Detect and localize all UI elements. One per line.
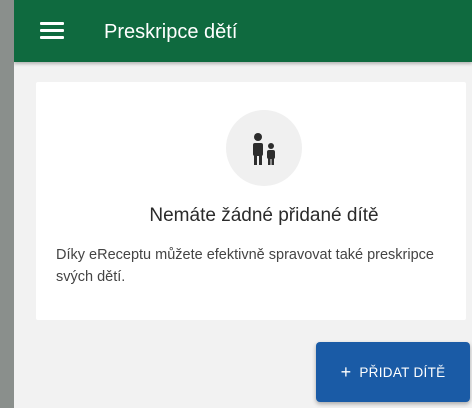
app-bar: Preskripce dětí [14,0,472,62]
page-title: Preskripce dětí [104,21,238,43]
add-child-button[interactable]: + PŘIDAT DÍTĚ [316,342,470,402]
hamburger-menu-icon[interactable] [40,22,64,40]
app-screen: Preskripce dětí Nemáte žádné přidané dít… [14,0,472,408]
empty-state-card: Nemáte žádné přidané dítě Díky eReceptu … [36,82,466,320]
children-icon [253,133,275,165]
children-avatar [226,110,302,186]
add-child-label: PŘIDAT DÍTĚ [359,365,446,380]
plus-icon: + [340,362,352,382]
empty-state-description: Díky eReceptu můžete efektivně spravovat… [56,247,434,285]
empty-state-title: Nemáte žádné přidané dítě [149,205,379,226]
